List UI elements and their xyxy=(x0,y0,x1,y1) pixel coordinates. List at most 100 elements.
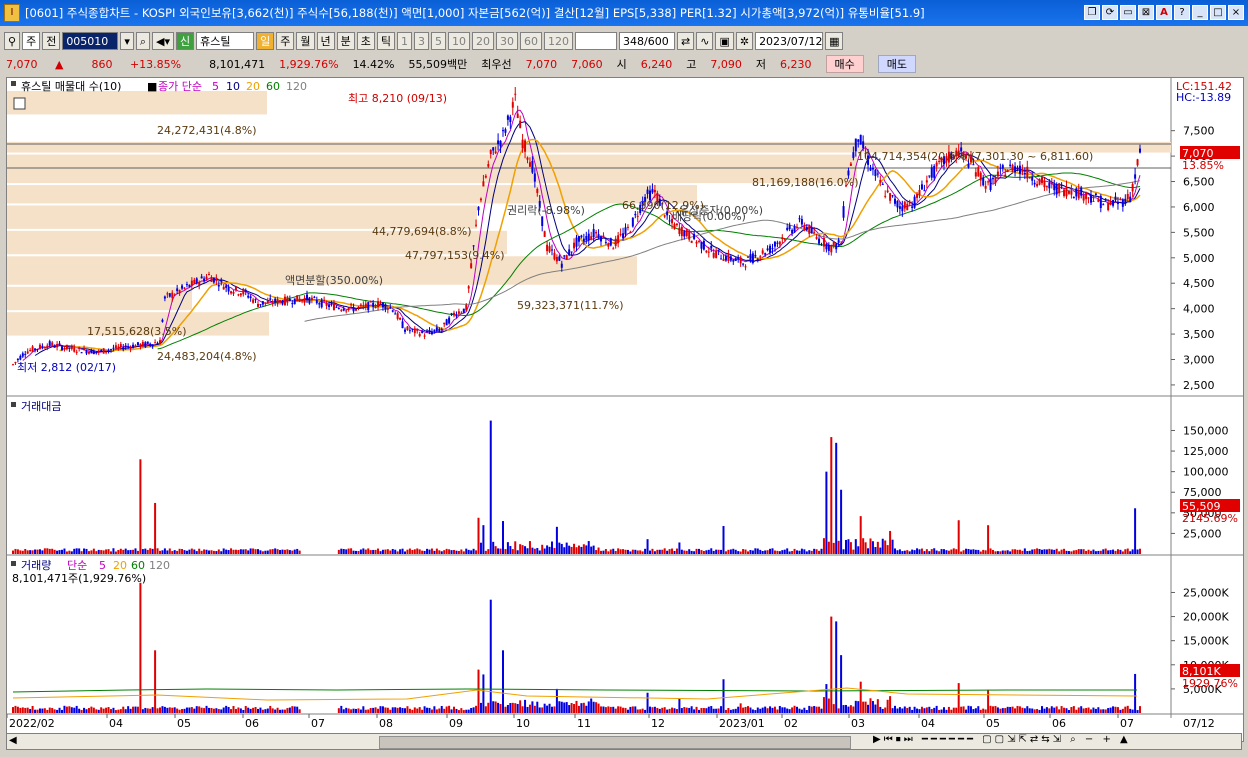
count-3[interactable]: 3 xyxy=(414,32,429,50)
period-month[interactable]: 월 xyxy=(296,32,315,50)
price-legend-title: 휴스틸 매물대 수(10) xyxy=(21,80,121,93)
amount-bar xyxy=(374,549,377,554)
volume-bar xyxy=(1031,708,1034,713)
count-120[interactable]: 120 xyxy=(544,32,573,50)
date-tick-label: 10 xyxy=(516,717,530,730)
settings-icon[interactable]: ✲ xyxy=(735,32,754,50)
amount-bar xyxy=(739,551,742,554)
count-10[interactable]: 10 xyxy=(448,32,470,50)
candle-body xyxy=(992,178,994,180)
pin-icon[interactable]: ⚲ xyxy=(4,32,21,50)
date-input[interactable]: 2023/07/12 xyxy=(755,32,824,50)
calendar-icon[interactable]: ▦ xyxy=(825,32,844,50)
amount-bar xyxy=(769,548,772,554)
amount-bar xyxy=(97,549,100,554)
grid-toggle-icon[interactable] xyxy=(13,97,26,110)
bar-count-input[interactable]: 348/600 xyxy=(619,32,675,50)
volume-bar xyxy=(592,701,595,713)
market-select[interactable]: 주 xyxy=(22,32,41,50)
amount-bar xyxy=(90,550,93,554)
volume-bar xyxy=(602,706,605,713)
amount-bar xyxy=(577,545,580,554)
volume-bar xyxy=(114,710,117,713)
search-icon[interactable]: ⌕ xyxy=(135,32,151,50)
candle-body xyxy=(97,350,100,353)
amount-bar xyxy=(421,550,424,554)
amount-bar xyxy=(384,549,387,554)
close-button[interactable]: × xyxy=(1228,5,1244,20)
amount-bar xyxy=(622,549,625,554)
count-30[interactable]: 30 xyxy=(496,32,518,50)
period-second[interactable]: 초 xyxy=(356,32,375,50)
amount-bar xyxy=(641,551,644,554)
amount-bar xyxy=(1072,550,1075,554)
volume-bar xyxy=(391,707,394,713)
prev-button[interactable]: 전 xyxy=(42,32,61,50)
minimize-button[interactable]: _ xyxy=(1192,5,1208,20)
candle-body xyxy=(516,113,519,119)
amount-bar xyxy=(747,551,749,554)
candle-body xyxy=(999,167,1002,169)
scroll-thumb[interactable] xyxy=(379,736,851,749)
buy-button[interactable]: 매수 xyxy=(825,55,864,73)
font-icon[interactable]: A xyxy=(1156,5,1172,20)
amount-bar xyxy=(181,549,184,554)
count-5[interactable]: 5 xyxy=(431,32,446,50)
scroll-controls[interactable]: ▶⏮⏹⏭ ━━━━━━ ▢▢⇲⇱⇄⇆⇲ ⌕ − + ▲ xyxy=(873,734,1131,745)
volume-bar xyxy=(729,709,732,713)
candle-body xyxy=(136,342,139,346)
amount-bar xyxy=(651,548,654,554)
volume-bar xyxy=(622,707,625,713)
volume-bar xyxy=(771,707,774,713)
candle-body xyxy=(129,346,132,349)
count-1[interactable]: 1 xyxy=(397,32,412,50)
candle-body xyxy=(274,298,277,303)
amount-bar xyxy=(386,549,389,554)
candle-body xyxy=(695,241,698,244)
volume-bar xyxy=(582,702,585,713)
period-minute[interactable]: 분 xyxy=(336,32,355,50)
amount-bar xyxy=(553,547,556,554)
count-input[interactable] xyxy=(575,32,617,50)
stock-code-input[interactable]: 005010 xyxy=(62,32,119,50)
refresh-icon[interactable]: ⟳ xyxy=(1102,5,1118,20)
volume-profile-label: 44,779,694(8.8%) xyxy=(372,225,472,238)
help-icon[interactable]: ? xyxy=(1174,5,1190,20)
candle-body xyxy=(232,291,235,294)
amount-bar xyxy=(291,550,294,554)
period-tick[interactable]: 틱 xyxy=(376,32,395,50)
scroll-bar[interactable]: ◀ ▶⏮⏹⏭ ━━━━━━ ▢▢⇲⇱⇄⇆⇲ ⌕ − + ▲ xyxy=(6,733,1242,750)
volume-bar xyxy=(1016,705,1019,713)
period-week[interactable]: 주 xyxy=(276,32,295,50)
candle-body xyxy=(413,328,416,334)
chart-svg[interactable]: 24,272,431(4.8%) 104,714,354(20.6%)(7,301… xyxy=(6,78,1243,734)
maximize-button[interactable]: □ xyxy=(1210,5,1226,20)
indicator-icon[interactable]: ∿ xyxy=(696,32,714,50)
amount-bar xyxy=(778,551,781,554)
screen-icon[interactable]: ⊠ xyxy=(1138,5,1154,20)
volume-bar xyxy=(916,708,919,713)
volume-bar xyxy=(781,707,784,713)
count-60[interactable]: 60 xyxy=(520,32,542,50)
amount-bar xyxy=(279,550,282,554)
scroll-left-icon[interactable]: ◀ xyxy=(9,735,17,746)
chart-area[interactable]: 24,272,431(4.8%) 104,714,354(20.6%)(7,301… xyxy=(6,77,1244,742)
panel-icon[interactable]: ▭ xyxy=(1120,5,1136,20)
volume-bar xyxy=(685,707,688,713)
count-20[interactable]: 20 xyxy=(472,32,494,50)
period-day[interactable]: 일 xyxy=(256,32,275,50)
volume-bar xyxy=(793,705,796,713)
volume-bar xyxy=(1090,709,1092,713)
save-icon[interactable]: ▣ xyxy=(715,32,734,50)
volume-bar xyxy=(786,708,789,713)
period-year[interactable]: 년 xyxy=(316,32,335,50)
volume-bar xyxy=(1082,708,1085,713)
speaker-icon[interactable]: ◀▾ xyxy=(152,32,174,50)
candle-body xyxy=(421,330,424,333)
dropdown-icon[interactable]: ▾ xyxy=(120,32,134,50)
sell-button[interactable]: 매도 xyxy=(877,55,916,73)
cascade-icon[interactable]: ❐ xyxy=(1084,5,1100,20)
chart-type-icon[interactable]: ⇄ xyxy=(677,32,695,50)
volume-bar xyxy=(658,708,661,713)
candle-body xyxy=(36,349,39,351)
